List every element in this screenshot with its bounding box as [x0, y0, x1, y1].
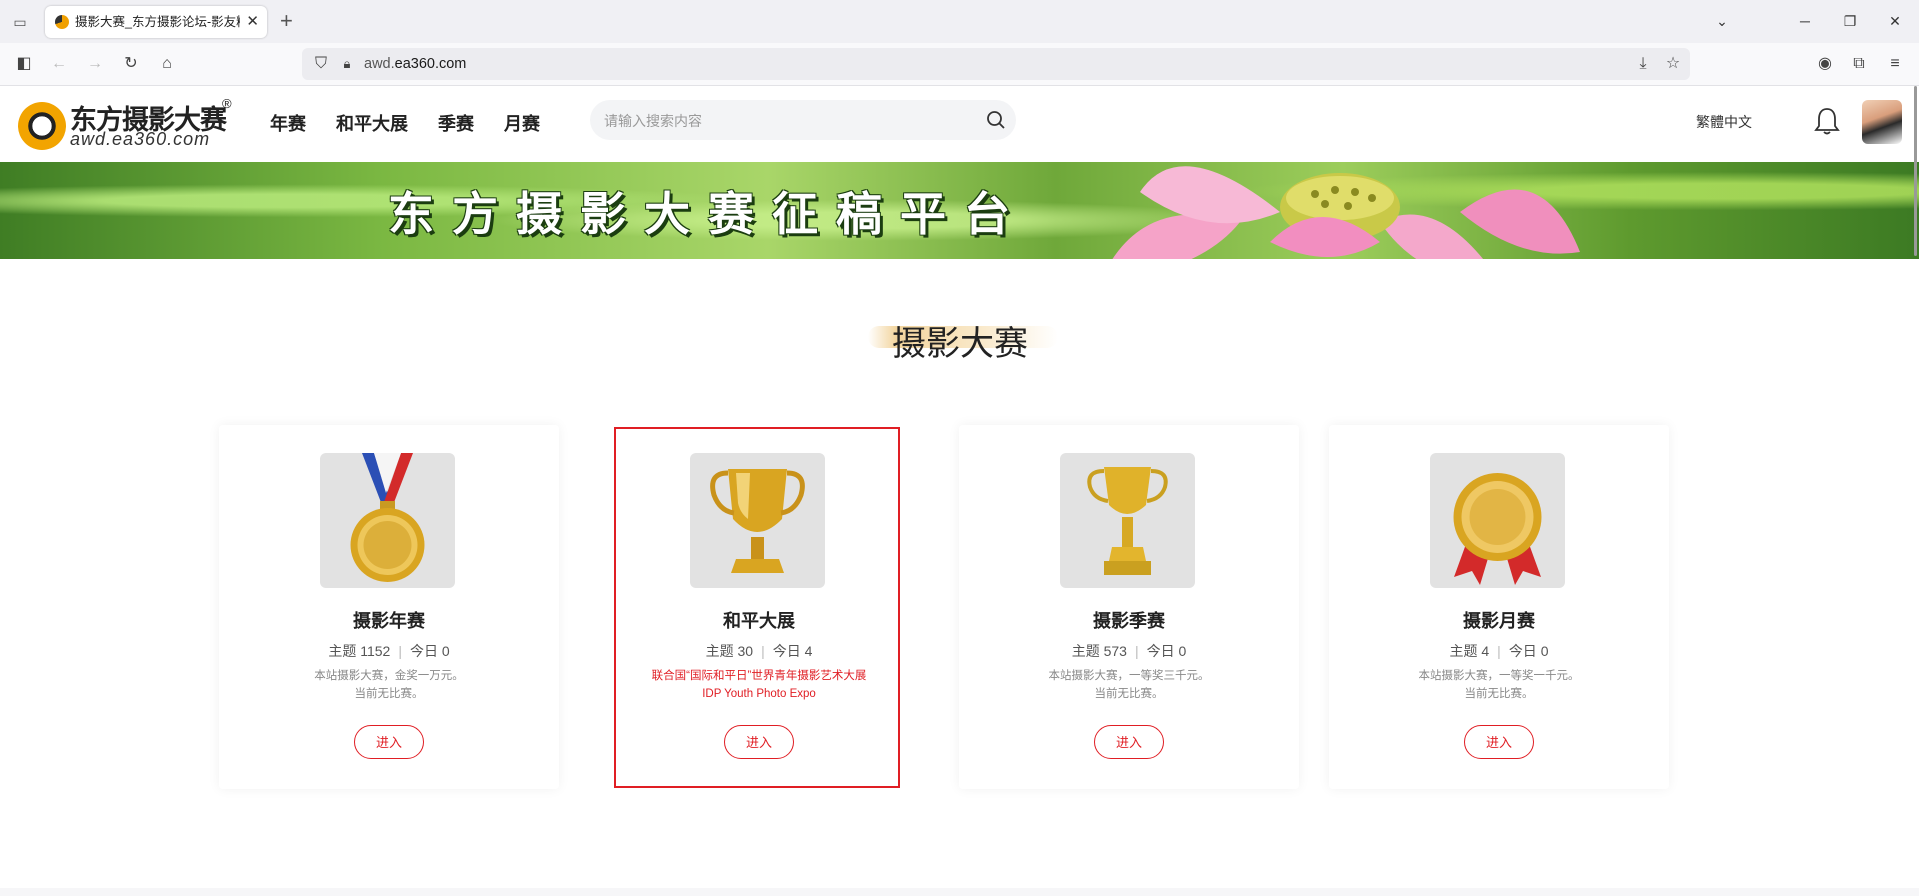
restore-icon[interactable]: ❐: [1830, 0, 1870, 43]
reload-icon[interactable]: ↻: [120, 53, 142, 75]
gold-medal-rosette-image: [1430, 453, 1565, 588]
logo-domain-text: awd.ea360.com: [70, 129, 211, 149]
card-title: 摄影年赛: [353, 611, 425, 631]
logo-camera-icon: [18, 102, 66, 150]
tab-close-icon[interactable]: ✕: [246, 6, 259, 38]
notification-bell-icon[interactable]: [1813, 106, 1841, 136]
topic-count: 主题 1152: [328, 643, 391, 659]
banner-title: 东方摄影大赛征稿平台: [388, 188, 1028, 240]
desc-line: 当前无比赛。: [1094, 688, 1164, 700]
tab-overflow-chevron-icon[interactable]: ⌄: [1702, 0, 1742, 43]
menu-hamburger-icon[interactable]: ≡: [1884, 53, 1906, 75]
enter-button[interactable]: 进入: [1464, 725, 1534, 759]
browser-tab-bar: ▭ 摄影大赛_东方摄影论坛-影友精 ✕ + ⌄ ─ ❐ ✕: [0, 0, 1919, 43]
contest-card-annual[interactable]: 摄影年赛 主题 1152 | 今日 0 本站摄影大赛，金奖一万元。 当前无比赛。 进入: [219, 425, 559, 789]
desc-line: 当前无比赛。: [354, 688, 424, 700]
page-scrollbar[interactable]: [1914, 86, 1917, 256]
lock-icon[interactable]: 🔒︎: [336, 53, 358, 75]
card-stats: 主题 4 | 今日 0: [1329, 641, 1669, 661]
desc-line: 本站摄影大赛，一等奖一千元。: [1418, 670, 1580, 682]
section-heading: 摄影大赛: [860, 312, 1060, 363]
stats-divider: |: [1497, 643, 1501, 659]
url-text[interactable]: awd.ea360.com: [364, 48, 466, 80]
desc-line: 本站摄影大赛，金奖一万元。: [314, 670, 464, 682]
card-description: 本站摄影大赛，一等奖三千元。 当前无比赛。: [959, 667, 1299, 703]
enter-button[interactable]: 进入: [1094, 725, 1164, 759]
shield-icon[interactable]: ⛉: [310, 53, 332, 75]
contest-card-season[interactable]: 摄影季赛 主题 573 | 今日 0 本站摄影大赛，一等奖三千元。 当前无比赛。 进入: [959, 425, 1299, 789]
card-description: 本站摄影大赛，一等奖一千元。 当前无比赛。: [1329, 667, 1669, 703]
search-box: [590, 100, 1016, 142]
search-input[interactable]: [602, 100, 966, 142]
sidebar-toggle-icon[interactable]: ◧: [13, 53, 35, 75]
selection-highlight-frame: [614, 427, 900, 788]
card-stats: 主题 1152 | 今日 0: [219, 641, 559, 661]
search-icon[interactable]: [986, 110, 1006, 130]
stats-divider: |: [1134, 643, 1139, 659]
minimize-icon[interactable]: ─: [1785, 0, 1825, 43]
nav-monthly[interactable]: 月赛: [504, 110, 540, 136]
forward-arrow-icon[interactable]: →: [84, 53, 106, 75]
bookmark-star-icon[interactable]: ☆: [1662, 53, 1684, 75]
language-switch[interactable]: 繁體中文: [1696, 112, 1752, 132]
desc-line: 当前无比赛。: [1464, 688, 1534, 700]
today-count: 今日 0: [1146, 643, 1187, 659]
extensions-icon[interactable]: ⧉: [1848, 53, 1870, 75]
topic-count: 主题 4: [1449, 643, 1490, 659]
user-avatar[interactable]: [1862, 100, 1902, 144]
card-title: 摄影季赛: [1093, 611, 1165, 631]
window-close-icon[interactable]: ✕: [1875, 0, 1915, 43]
nav-season[interactable]: 季赛: [438, 110, 474, 136]
enter-button[interactable]: 进入: [354, 725, 424, 759]
tab-title: 摄影大赛_东方摄影论坛-影友精: [75, 15, 240, 29]
hero-banner: 东方摄影大赛征稿平台: [0, 162, 1919, 259]
site-logo[interactable]: 东方摄影大赛 ® awd.ea360.com: [18, 96, 232, 150]
logo-registered-mark: ®: [222, 96, 232, 111]
footer-edge: [0, 888, 1919, 896]
account-icon[interactable]: ◉: [1814, 53, 1836, 75]
tab-list-icon[interactable]: ▭: [10, 12, 30, 32]
address-bar[interactable]: ⛉ 🔒︎ awd.ea360.com ⤓ ☆: [302, 48, 1690, 80]
gold-trophy-tall-image: [1060, 453, 1195, 588]
home-icon[interactable]: ⌂: [156, 53, 178, 75]
card-title: 摄影月赛: [1463, 611, 1535, 631]
card-stats: 主题 573 | 今日 0: [959, 641, 1299, 661]
today-count: 今日 0: [1508, 643, 1549, 659]
site-favicon-icon: [55, 15, 69, 29]
back-arrow-icon[interactable]: ←: [48, 53, 70, 75]
nav-peace-expo[interactable]: 和平大展: [336, 110, 408, 136]
section-title: 摄影大赛: [892, 325, 1028, 363]
browser-nav-bar: ◧ ← → ↻ ⌂ ⛉ 🔒︎ awd.ea360.com ⤓ ☆ ◉ ⧉ ≡: [0, 43, 1919, 86]
lotus-flower-image: [1112, 166, 1580, 259]
new-tab-plus-icon[interactable]: +: [280, 10, 293, 32]
desc-line: 本站摄影大赛，一等奖三千元。: [1048, 670, 1210, 682]
site-header: 东方摄影大赛 ® awd.ea360.com 年赛 和平大展 季赛 月赛 繁體中…: [0, 86, 1919, 162]
browser-tab-active[interactable]: 摄影大赛_东方摄影论坛-影友精 ✕: [45, 6, 267, 38]
topic-count: 主题 573: [1071, 643, 1127, 659]
contest-card-monthly[interactable]: 摄影月赛 主题 4 | 今日 0 本站摄影大赛，一等奖一千元。 当前无比赛。 进入: [1329, 425, 1669, 789]
gold-medal-ribbon-image: [320, 453, 455, 588]
nav-annual[interactable]: 年赛: [270, 110, 306, 136]
card-description: 本站摄影大赛，金奖一万元。 当前无比赛。: [219, 667, 559, 703]
stats-divider: |: [398, 643, 402, 659]
download-page-icon[interactable]: ⤓: [1632, 53, 1654, 75]
today-count: 今日 0: [409, 643, 450, 659]
